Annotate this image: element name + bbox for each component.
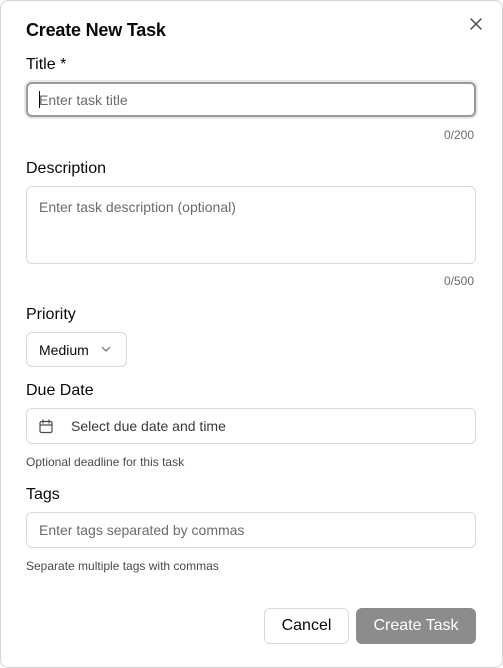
dialog-title: Create New Task (26, 20, 166, 40)
due-date-label: Due Date (26, 382, 94, 399)
create-task-dialog: Create New Task Title * 0/200 Descriptio… (0, 0, 503, 668)
priority-selected-value: Medium (39, 341, 89, 358)
close-button[interactable] (466, 14, 486, 34)
description-char-counter: 0/500 (443, 274, 474, 288)
tags-hint: Separate multiple tags with commas (26, 559, 219, 573)
title-label: Title * (26, 56, 67, 73)
close-icon (470, 18, 482, 30)
title-char-counter: 0/200 (443, 128, 474, 142)
create-task-button[interactable]: Create Task (356, 608, 476, 644)
description-label: Description (26, 160, 107, 177)
due-date-hint: Optional deadline for this task (26, 455, 185, 469)
priority-label: Priority (26, 306, 76, 323)
description-textarea[interactable] (26, 186, 476, 264)
due-date-picker-button[interactable]: Select due date and time (26, 408, 476, 444)
calendar-icon (39, 419, 53, 434)
due-date-placeholder: Select due date and time (71, 418, 226, 434)
tags-input[interactable] (26, 512, 476, 548)
tags-label: Tags (26, 486, 60, 503)
chevron-down-icon (101, 346, 111, 352)
priority-select[interactable]: Medium (26, 332, 127, 367)
title-input[interactable] (26, 82, 476, 117)
text-caret (39, 91, 40, 108)
cancel-button[interactable]: Cancel (264, 608, 349, 644)
